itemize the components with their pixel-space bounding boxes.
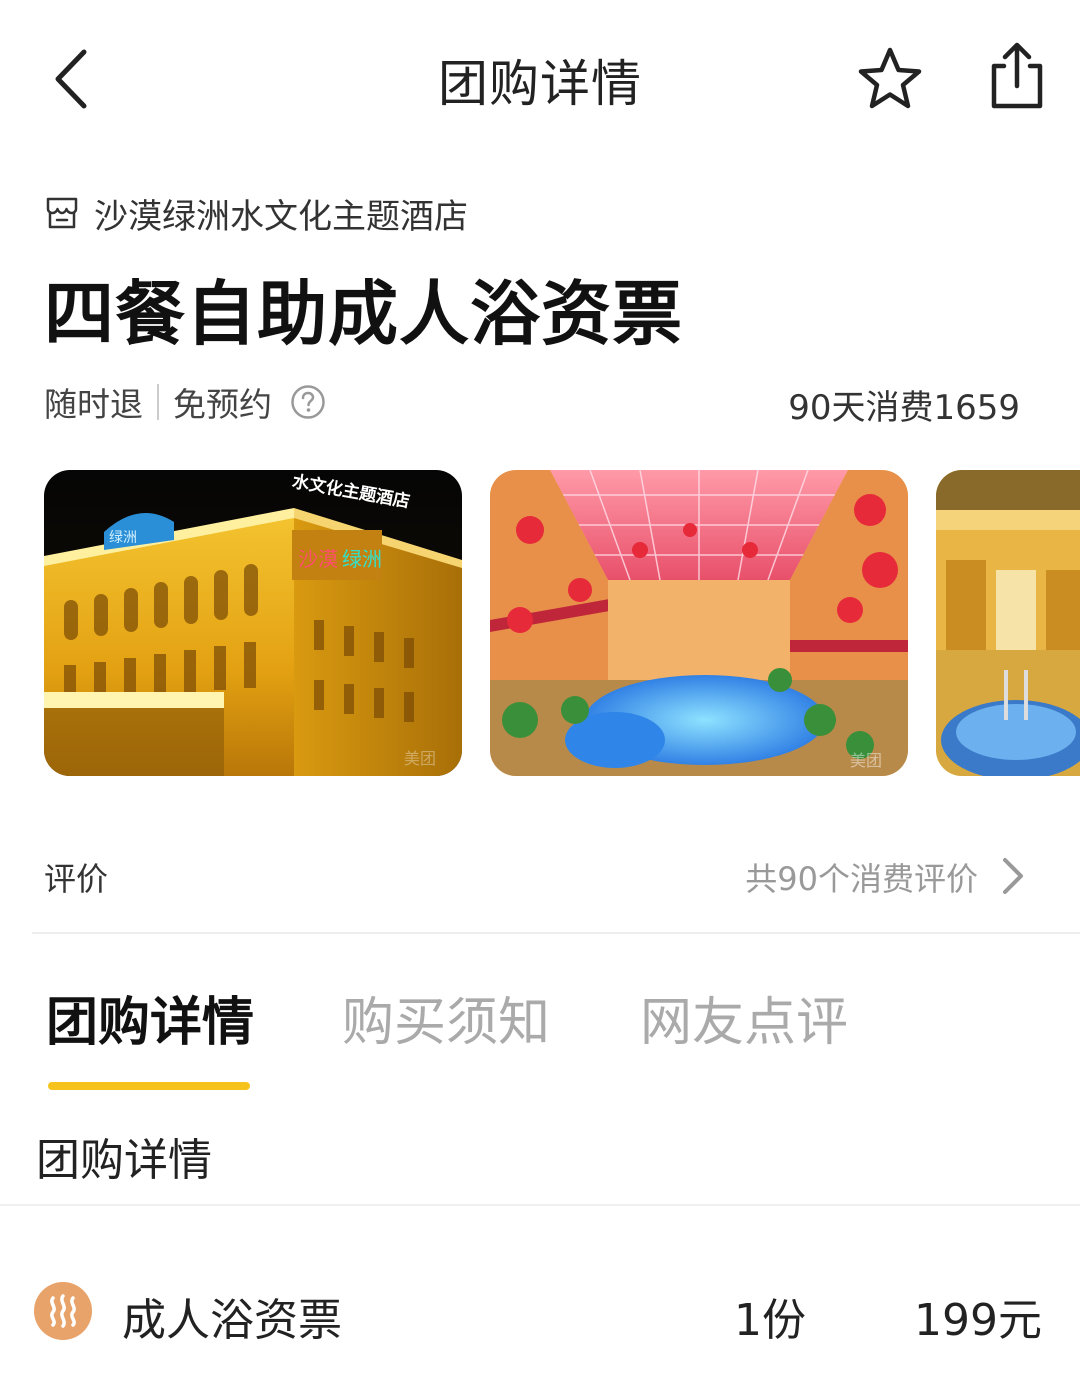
svg-text:美团: 美团 <box>850 751 882 770</box>
sold-count: 90天消费1659 <box>788 388 1020 428</box>
list-item: 成人浴资票 1份 199元 <box>0 1270 1080 1360</box>
active-tab-indicator <box>48 1082 250 1090</box>
divider <box>32 932 1080 934</box>
item-quantity: 1份 <box>734 1295 806 1346</box>
tag-no-reservation: 免预约 <box>173 385 272 424</box>
tab-purchase-notes[interactable]: 购买须知 <box>342 980 550 1055</box>
photo-gallery[interactable]: 绿洲 水文化主题酒店 沙漠 绿洲 美团 美团 <box>44 470 1080 776</box>
reviews-label: 评价 <box>44 860 109 898</box>
share-icon[interactable] <box>982 40 1052 112</box>
svg-text:美团: 美团 <box>404 749 436 768</box>
top-nav-bar: 团购详情 <box>0 0 1080 150</box>
item-name: 成人浴资票 <box>122 1295 342 1346</box>
photo-spa-pool[interactable] <box>936 470 1080 776</box>
tag-refund-anytime: 随时退 <box>44 385 143 424</box>
star-icon[interactable] <box>855 44 925 114</box>
svg-text:绿洲: 绿洲 <box>109 530 137 546</box>
section-title: 团购详情 <box>36 1135 212 1186</box>
deal-title: 四餐自助成人浴资票 <box>44 273 683 355</box>
svg-text:绿洲: 绿洲 <box>342 547 382 571</box>
store-icon <box>46 197 78 229</box>
tab-user-reviews[interactable]: 网友点评 <box>640 980 848 1055</box>
item-price: 199元 <box>914 1295 1042 1346</box>
tab-group-buy-details[interactable]: 团购详情 <box>46 980 254 1055</box>
detail-tabs: 团购详情 购买须知 网友点评 <box>0 980 1080 1100</box>
svg-text:沙漠: 沙漠 <box>298 547 338 571</box>
tag-divider <box>157 384 159 420</box>
question-circle-icon[interactable] <box>290 384 326 420</box>
steam-icon <box>34 1282 92 1340</box>
photo-hotel-exterior[interactable]: 绿洲 水文化主题酒店 沙漠 绿洲 美团 <box>44 470 462 776</box>
shop-name: 沙漠绿洲水文化主题酒店 <box>94 196 468 237</box>
reviews-count: 共90个消费评价 <box>745 860 978 898</box>
divider <box>0 1204 1080 1206</box>
deal-tags: 随时退 免预约 <box>44 378 326 426</box>
chevron-right-icon <box>1003 858 1023 894</box>
photo-water-park-atrium[interactable]: 美团 <box>490 470 908 776</box>
reviews-row[interactable]: 评价 共90个消费评价 <box>44 848 1034 904</box>
shop-link[interactable]: 沙漠绿洲水文化主题酒店 <box>44 188 468 238</box>
